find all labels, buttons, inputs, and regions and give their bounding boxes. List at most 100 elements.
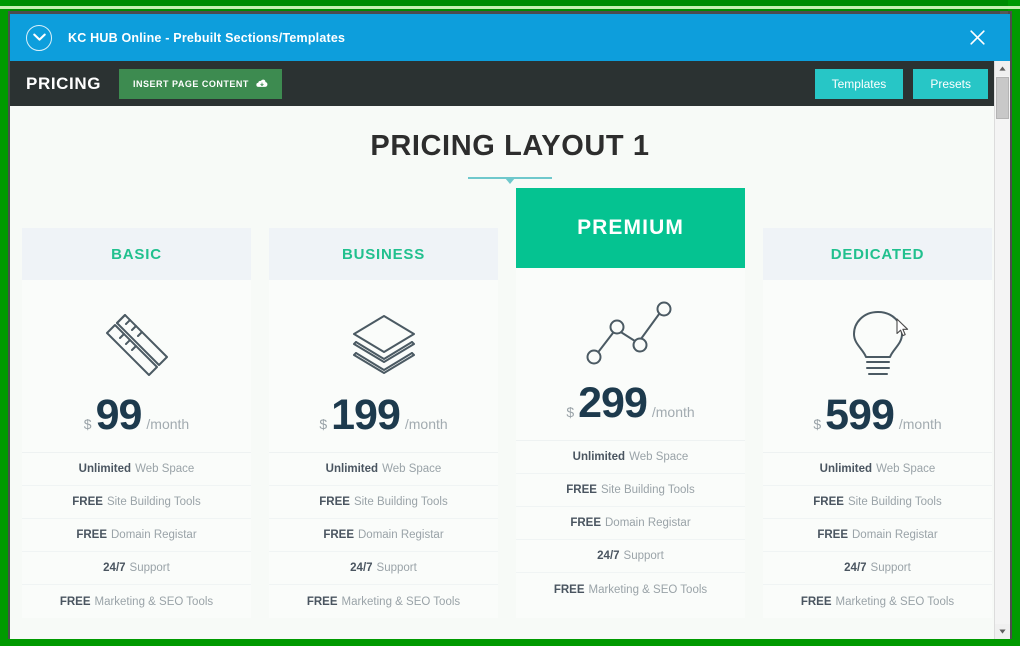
- feature-list: Unlimited Web Space FREE Site Building T…: [763, 452, 992, 618]
- title-divider: [468, 177, 552, 184]
- feature-strong: FREE: [553, 583, 585, 596]
- toolbar-right-actions: Templates Presets: [814, 68, 988, 99]
- feature-row: FREE Domain Registar: [516, 507, 745, 540]
- feature-row: FREE Site Building Tools: [269, 486, 498, 519]
- feature-text: Support: [623, 550, 664, 562]
- close-icon[interactable]: [966, 27, 988, 49]
- scrollbar-thumb[interactable]: [996, 77, 1009, 119]
- feature-strong: 24/7: [844, 562, 867, 574]
- feature-list: Unlimited Web Space FREE Site Building T…: [269, 452, 498, 618]
- line-chart-nodes-icon: [516, 290, 745, 376]
- feature-text: Site Building Tools: [106, 496, 201, 508]
- layers-stack-icon: [269, 302, 498, 388]
- feature-row: FREE Marketing & SEO Tools: [516, 573, 745, 606]
- screen: - r r a o o - B o KC HUB Online - Prebui…: [0, 0, 1020, 646]
- currency-symbol: $: [83, 416, 92, 432]
- price-amount: 99: [95, 391, 143, 439]
- feature-row: FREE Domain Registar: [22, 519, 251, 552]
- price-amount: 299: [578, 379, 648, 427]
- card-body: $ 599 /month Unlimited Web Space FREE Si…: [763, 280, 992, 618]
- feature-strong: Unlimited: [819, 463, 873, 475]
- price-period: /month: [651, 404, 695, 420]
- price-row: $ 99 /month: [22, 388, 251, 452]
- templates-button[interactable]: Templates: [814, 68, 904, 99]
- feature-text: Domain Registar: [358, 529, 444, 541]
- currency-symbol: $: [319, 416, 328, 432]
- feature-strong: FREE: [813, 496, 844, 508]
- pricing-card-basic[interactable]: BASIC $ 99 /month Unlimited Web Space FR…: [22, 228, 251, 618]
- preview-canvas: PRICING LAYOUT 1 BASIC $ 99 /month Unlim…: [10, 106, 1010, 639]
- feature-row: FREE Site Building Tools: [516, 474, 745, 507]
- feature-strong: FREE: [72, 496, 103, 508]
- feature-strong: FREE: [76, 529, 107, 541]
- plan-name: PREMIUM: [577, 216, 684, 239]
- card-header: BASIC: [22, 228, 251, 280]
- feature-text: Site Building Tools: [600, 484, 695, 496]
- feature-strong: Unlimited: [78, 463, 132, 475]
- currency-symbol: $: [813, 416, 822, 432]
- scrollbar-down-arrow-icon[interactable]: [995, 624, 1010, 639]
- feature-strong: 24/7: [103, 562, 126, 574]
- pricing-card-business[interactable]: BUSINESS $ 199 /month Unlimited Web Spac…: [269, 228, 498, 618]
- feature-text: Marketing & SEO Tools: [588, 583, 708, 596]
- plan-name: BASIC: [111, 245, 162, 263]
- feature-text: Marketing & SEO Tools: [835, 595, 955, 608]
- price-amount: 599: [825, 391, 895, 439]
- feature-strong: FREE: [817, 529, 848, 541]
- feature-row: FREE Site Building Tools: [22, 486, 251, 519]
- feature-text: Web Space: [382, 463, 442, 475]
- card-header: BUSINESS: [269, 228, 498, 280]
- feature-strong: 24/7: [597, 550, 620, 562]
- presets-button[interactable]: Presets: [913, 68, 988, 99]
- modal-title: KC HUB Online - Prebuilt Sections/Templa…: [68, 30, 346, 45]
- feature-text: Marketing & SEO Tools: [94, 595, 214, 608]
- feature-row: 24/7 Support: [269, 552, 498, 585]
- insert-page-content-label: INSERT PAGE CONTENT: [133, 78, 249, 89]
- feature-row: FREE Site Building Tools: [763, 486, 992, 519]
- chevron-down-icon[interactable]: [26, 24, 52, 51]
- feature-list: Unlimited Web Space FREE Site Building T…: [22, 452, 251, 618]
- feature-row: FREE Marketing & SEO Tools: [763, 585, 992, 618]
- feature-text: Site Building Tools: [847, 496, 942, 508]
- pricing-cards: BASIC $ 99 /month Unlimited Web Space FR…: [22, 188, 998, 618]
- price-row: $ 299 /month: [516, 376, 745, 440]
- feature-text: Web Space: [876, 463, 936, 475]
- feature-strong: Unlimited: [572, 451, 626, 463]
- card-body: $ 199 /month Unlimited Web Space FREE Si…: [269, 280, 498, 618]
- feature-text: Domain Registar: [605, 517, 691, 529]
- feature-strong: FREE: [800, 595, 832, 608]
- feature-list: Unlimited Web Space FREE Site Building T…: [516, 440, 745, 606]
- feature-strong: FREE: [566, 484, 597, 496]
- green-frame-top-highlight: [0, 6, 1020, 9]
- feature-text: Marketing & SEO Tools: [341, 595, 461, 608]
- feature-row: Unlimited Web Space: [269, 453, 498, 486]
- modal-titlebar: KC HUB Online - Prebuilt Sections/Templa…: [10, 14, 1010, 61]
- insert-page-content-button[interactable]: INSERT PAGE CONTENT: [119, 68, 282, 99]
- scrollbar-up-arrow-icon[interactable]: [995, 61, 1010, 76]
- pricing-card-premium[interactable]: PREMIUM $ 299 /month Unlimited Web Space: [516, 188, 745, 618]
- title-divider-arrow-icon: [505, 178, 515, 184]
- price-period: /month: [404, 416, 448, 432]
- feature-row: 24/7 Support: [22, 552, 251, 585]
- feature-row: FREE Domain Registar: [269, 519, 498, 552]
- feature-text: Site Building Tools: [353, 496, 448, 508]
- feature-strong: FREE: [306, 595, 338, 608]
- modal-scrollbar[interactable]: [994, 61, 1010, 639]
- feature-text: Web Space: [135, 463, 195, 475]
- feature-row: Unlimited Web Space: [763, 453, 992, 486]
- feature-row: Unlimited Web Space: [516, 441, 745, 474]
- pricing-card-dedicated[interactable]: DEDICATED $ 599 /month Unlimited Web Spa…: [763, 228, 992, 618]
- feature-strong: Unlimited: [325, 463, 379, 475]
- plan-name: DEDICATED: [830, 245, 925, 263]
- card-body: $ 99 /month Unlimited Web Space FREE Sit…: [22, 280, 251, 618]
- feature-strong: FREE: [59, 595, 91, 608]
- lightbulb-icon: [763, 302, 992, 388]
- feature-row: Unlimited Web Space: [22, 453, 251, 486]
- card-header: DEDICATED: [763, 228, 992, 280]
- section-title: PRICING: [26, 73, 102, 93]
- prebuilt-sections-modal: KC HUB Online - Prebuilt Sections/Templa…: [10, 14, 1010, 639]
- currency-symbol: $: [566, 404, 575, 420]
- feature-row: FREE Marketing & SEO Tools: [22, 585, 251, 618]
- price-amount: 199: [331, 391, 401, 439]
- cloud-download-icon: [256, 78, 268, 90]
